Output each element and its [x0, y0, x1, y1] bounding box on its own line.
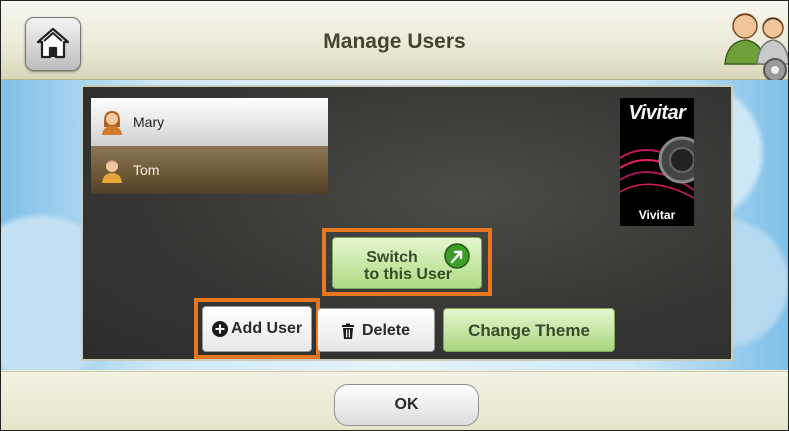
switch-label-line1: Switch: [366, 249, 418, 266]
add-user-button[interactable]: Add User: [202, 306, 312, 352]
camera-lens-graphic: [620, 136, 694, 199]
theme-caption: Vivitar: [638, 208, 676, 222]
switch-user-button[interactable]: Switch to this User: [332, 237, 482, 289]
user-name: Mary: [133, 114, 165, 130]
trash-icon: [342, 323, 354, 339]
plus-circle-icon: [212, 321, 228, 337]
user-item-tom[interactable]: Tom: [91, 146, 328, 194]
go-arrow-icon: [444, 243, 470, 269]
change-theme-button[interactable]: Change Theme: [443, 308, 615, 352]
theme-thumbnail[interactable]: Vivitar Vivitar: [620, 98, 694, 226]
header-bar: Manage Users: [1, 1, 788, 82]
delete-button[interactable]: Delete: [317, 308, 435, 352]
users-gear-icon: [724, 13, 788, 82]
user-list: Mary Tom: [91, 98, 328, 194]
add-user-label: Add User: [231, 320, 303, 337]
delete-label: Delete: [362, 322, 411, 339]
female-user-icon: [102, 111, 122, 135]
user-item-mary[interactable]: Mary: [91, 98, 328, 146]
page-title: Manage Users: [323, 30, 466, 53]
male-user-icon: [102, 160, 122, 183]
user-name: Tom: [133, 162, 160, 178]
manage-users-window: Manage Users Mary Tom Vivitar Vivitar Sw…: [0, 0, 789, 431]
change-theme-label: Change Theme: [468, 321, 590, 340]
ok-button[interactable]: OK: [334, 384, 479, 426]
